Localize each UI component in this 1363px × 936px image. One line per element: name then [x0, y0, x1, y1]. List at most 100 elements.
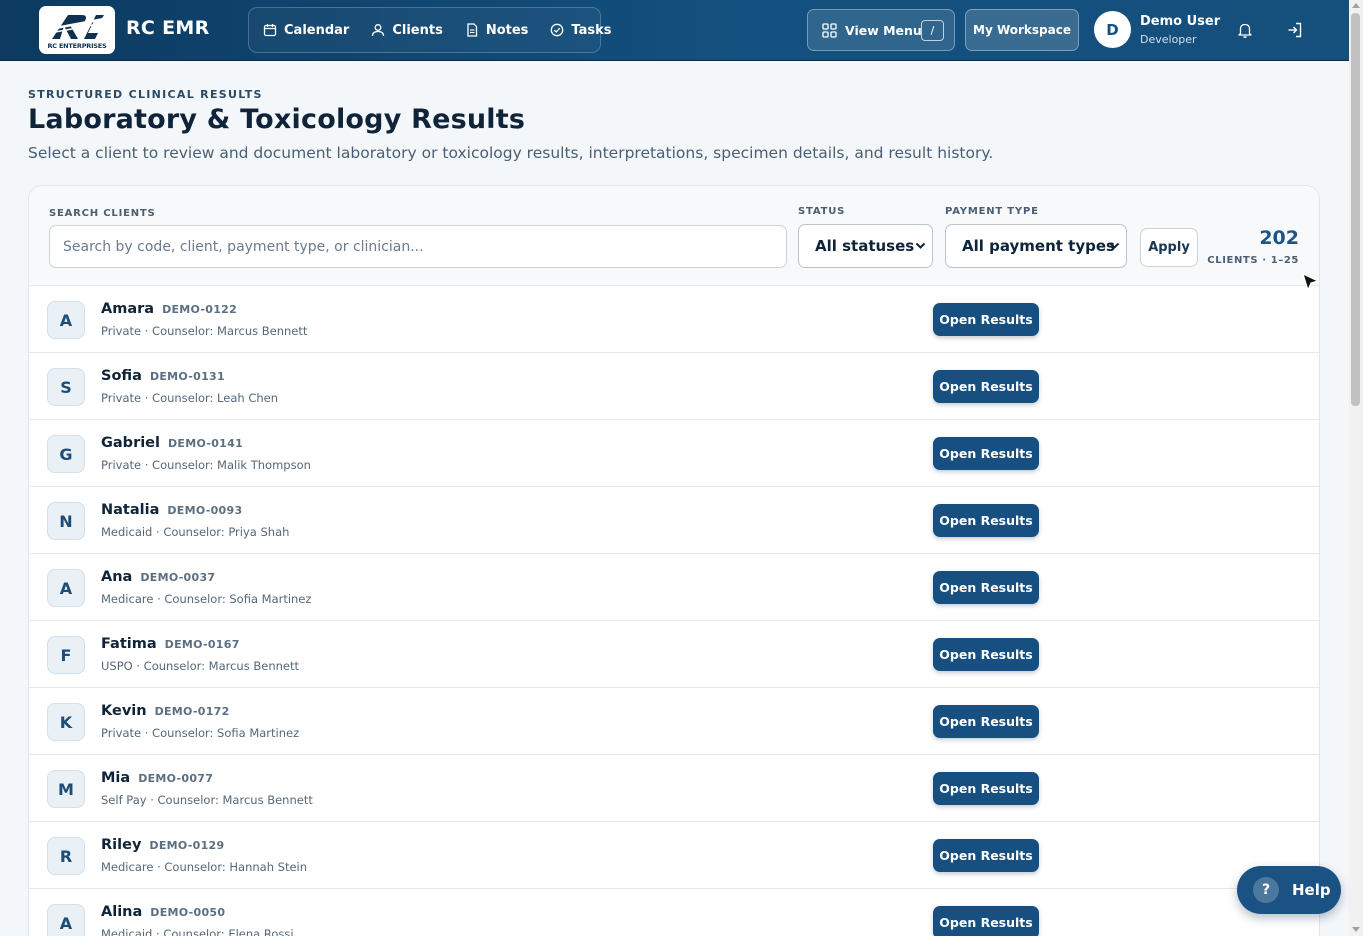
my-workspace-button[interactable]: My Workspace	[965, 9, 1079, 51]
open-results-button[interactable]: Open Results	[933, 504, 1039, 537]
help-label: Help	[1292, 881, 1331, 899]
user-name: Demo User	[1140, 14, 1221, 29]
client-code: DEMO-0167	[164, 638, 240, 651]
client-meta: Private · Counselor: Malik Thompson	[101, 458, 311, 472]
scrollbar-thumb[interactable]	[1351, 13, 1360, 406]
client-row: M Mia DEMO-0077 Self Pay · Counselor: Mar…	[29, 755, 1319, 822]
client-row: A Alina DEMO-0050 Medicaid · Counselor: E…	[29, 889, 1319, 936]
client-meta: USPO · Counselor: Marcus Bennett	[101, 659, 300, 673]
client-name: Kevin	[101, 703, 147, 719]
mouse-cursor-icon	[1302, 273, 1319, 291]
client-meta: Private · Counselor: Leah Chen	[101, 391, 279, 405]
notifications-button[interactable]	[1236, 21, 1254, 43]
open-results-button[interactable]: Open Results	[933, 303, 1039, 336]
client-name: Fatima	[101, 636, 157, 652]
client-row: N Natalia DEMO-0093 Medicaid · Counselor:…	[29, 487, 1319, 554]
client-row: A Amara DEMO-0122 Private · Counselor: Ma…	[29, 286, 1319, 353]
brand-title: RC EMR	[126, 17, 210, 39]
view-menu-label: View Menu	[845, 22, 922, 38]
client-list-card: SEARCH CLIENTS STATUS All statuses PAYME…	[28, 185, 1320, 936]
payment-type-select-value: All payment types	[962, 237, 1115, 255]
client-initial-avatar: G	[47, 435, 85, 473]
client-row: F Fatima DEMO-0167 USPO · Counselor: Marc…	[29, 621, 1319, 688]
open-results-button[interactable]: Open Results	[933, 705, 1039, 738]
nav-item-label: Calendar	[284, 22, 350, 38]
calendar-icon	[263, 24, 277, 37]
nav-item-tasks[interactable]: Tasks	[550, 23, 612, 38]
logout-button[interactable]	[1286, 21, 1304, 43]
page-title: Laboratory & Toxicology Results	[28, 104, 526, 135]
open-results-button[interactable]: Open Results	[933, 839, 1039, 872]
payment-type-label: PAYMENT TYPE	[945, 206, 1039, 217]
client-initial-avatar: A	[47, 569, 85, 607]
page-eyebrow: STRUCTURED CLINICAL RESULTS	[28, 88, 263, 101]
client-meta: Medicaid · Counselor: Elena Rossi	[101, 927, 294, 936]
nav-item-calendar[interactable]: Calendar	[263, 23, 349, 38]
client-initial-avatar: N	[47, 502, 85, 540]
client-meta: Private · Counselor: Sofia Martinez	[101, 726, 300, 740]
chevron-down-icon	[915, 242, 926, 249]
help-icon: ?	[1253, 877, 1279, 903]
client-code: DEMO-0141	[168, 437, 244, 450]
nav-item-label: Notes	[485, 22, 529, 38]
user-avatar[interactable]: D	[1094, 11, 1131, 48]
open-results-button[interactable]: Open Results	[933, 370, 1039, 403]
bell-icon	[1238, 23, 1252, 38]
page-subtitle: Select a client to review and document l…	[28, 144, 994, 162]
open-results-button[interactable]: Open Results	[933, 906, 1039, 936]
client-row: K Kevin DEMO-0172 Private · Counselor: So…	[29, 688, 1319, 755]
client-name-line: Kevin DEMO-0172	[101, 703, 230, 719]
client-name-line: Ana DEMO-0037	[101, 569, 215, 585]
check-circle-icon	[551, 23, 564, 37]
client-list: A Amara DEMO-0122 Private · Counselor: Ma…	[29, 286, 1319, 936]
client-name: Amara	[101, 301, 155, 317]
client-initial-avatar: F	[47, 636, 85, 674]
top-navigation-bar: RC ENTERPRISES RC EMR Calendar Clients N…	[0, 0, 1349, 61]
client-code: DEMO-0050	[150, 906, 226, 919]
open-results-button[interactable]: Open Results	[933, 638, 1039, 671]
user-role: Developer	[1140, 33, 1197, 46]
nav-item-notes[interactable]: Notes	[465, 22, 529, 38]
client-meta: Private · Counselor: Marcus Bennett	[101, 324, 308, 338]
client-initial-avatar: S	[47, 368, 85, 406]
client-code: DEMO-0172	[154, 705, 230, 718]
grid-icon	[822, 22, 837, 38]
client-name-line: Fatima DEMO-0167	[101, 636, 240, 652]
status-select-value: All statuses	[815, 237, 915, 255]
main-nav: Calendar Clients Notes Tasks	[248, 7, 612, 53]
status-select[interactable]: All statuses	[798, 224, 933, 268]
scroll-up-arrow-icon[interactable]	[1352, 3, 1360, 8]
logout-icon	[1288, 22, 1302, 38]
client-name: Ana	[101, 569, 133, 585]
client-name-line: Sofia DEMO-0131	[101, 368, 225, 384]
client-code: DEMO-0131	[149, 370, 225, 383]
search-input[interactable]	[49, 225, 787, 268]
page-scrollbar[interactable]	[1349, 0, 1363, 936]
client-name: Riley	[101, 837, 142, 853]
view-menu-button[interactable]: View Menu /	[807, 9, 955, 51]
open-results-button[interactable]: Open Results	[933, 437, 1039, 470]
app-logo[interactable]: RC ENTERPRISES	[39, 6, 115, 54]
client-code: DEMO-0122	[162, 303, 238, 316]
scroll-down-arrow-icon[interactable]	[1352, 927, 1360, 932]
keyboard-shortcut-badge: /	[921, 20, 944, 41]
client-name-line: Mia DEMO-0077	[101, 770, 213, 786]
client-name-line: Amara DEMO-0122	[101, 301, 237, 317]
client-meta: Medicare · Counselor: Sofia Martinez	[101, 592, 312, 606]
client-initial-avatar: K	[47, 703, 85, 741]
client-row: S Sofia DEMO-0131 Private · Counselor: Le…	[29, 353, 1319, 420]
open-results-button[interactable]: Open Results	[933, 772, 1039, 805]
client-count-label: CLIENTS · 1–25	[1207, 255, 1299, 266]
help-button[interactable]: ? Help	[1237, 866, 1341, 914]
client-name: Alina	[101, 904, 143, 920]
client-row: G Gabriel DEMO-0141 Private · Counselor: …	[29, 420, 1319, 487]
client-name-line: Riley DEMO-0129	[101, 837, 224, 853]
client-name: Gabriel	[101, 435, 160, 451]
apply-button[interactable]: Apply	[1140, 228, 1198, 267]
nav-item-clients[interactable]: Clients	[371, 23, 443, 38]
filter-bar: SEARCH CLIENTS STATUS All statuses PAYME…	[29, 186, 1319, 286]
open-results-button[interactable]: Open Results	[933, 571, 1039, 604]
document-icon	[467, 23, 477, 37]
client-count: 202	[1259, 227, 1299, 249]
payment-type-select[interactable]: All payment types	[945, 224, 1127, 268]
